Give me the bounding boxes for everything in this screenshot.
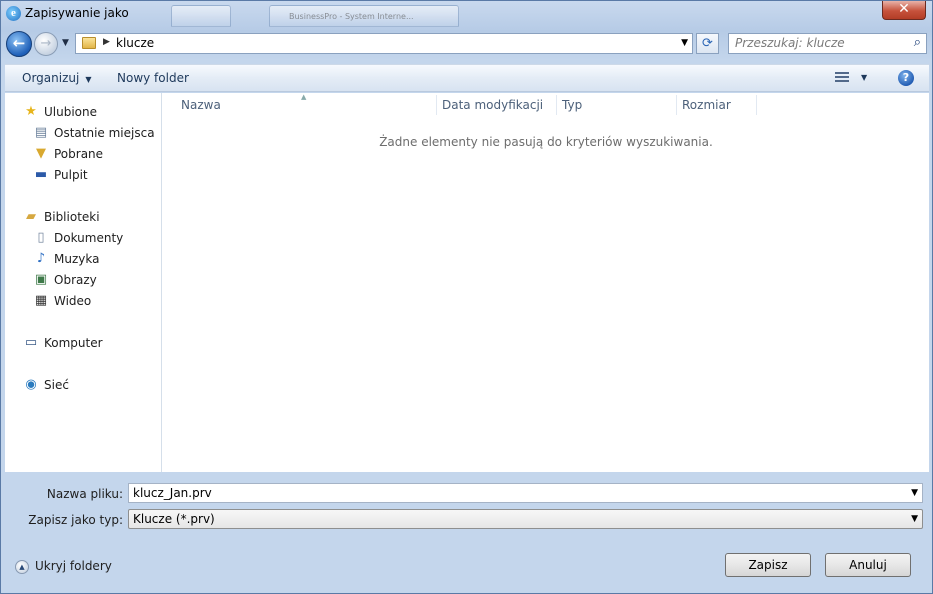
sidebar-item-libraries[interactable]: ▰ Biblioteki [23, 209, 100, 227]
forward-button[interactable]: → [34, 32, 58, 56]
filetype-dropdown-icon[interactable]: ▼ [911, 514, 918, 524]
sort-ascending-icon: ▲ [301, 93, 307, 101]
search-input[interactable]: Przeszukaj: klucze ⌕ [728, 33, 927, 54]
view-dropdown-icon[interactable]: ▼ [861, 73, 867, 82]
close-button[interactable]: ✕ [882, 1, 926, 20]
column-divider[interactable] [436, 95, 437, 115]
hide-folders-label: Ukryj foldery [35, 559, 112, 573]
column-header-type[interactable]: Typ [562, 98, 582, 112]
column-divider[interactable] [756, 95, 757, 115]
libraries-icon: ▰ [26, 209, 36, 224]
filename-value: klucz_Jan.prv [133, 486, 212, 500]
navigation-pane[interactable]: ★ Ulubione ▤ Ostatnie miejsca ▼ Pobrane ▬ Pu… [5, 93, 162, 472]
chevron-up-icon: ▲ [15, 559, 29, 574]
sidebar-item-network[interactable]: ◉ Sieć [23, 377, 69, 395]
view-options-icon[interactable] [835, 72, 849, 84]
pictures-icon: ▣ [34, 272, 48, 287]
sidebar-item-downloads[interactable]: ▼ Pobrane [33, 146, 103, 164]
search-placeholder: Przeszukaj: klucze [735, 36, 845, 50]
back-button[interactable]: ← [6, 31, 32, 57]
help-button[interactable]: ? [898, 70, 914, 86]
desktop-icon: ▬ [34, 167, 48, 182]
hide-folders-toggle[interactable]: ▲ Ukryj foldery [15, 559, 112, 574]
filename-dropdown-icon[interactable]: ▼ [911, 488, 918, 498]
music-icon: ♪ [36, 251, 46, 266]
help-icon: ? [902, 71, 910, 84]
chevron-down-icon: ▼ [85, 75, 92, 84]
address-dropdown-icon[interactable]: ▼ [681, 38, 688, 48]
breadcrumb-current-folder[interactable]: klucze [116, 36, 154, 50]
sidebar-item-computer[interactable]: ▭ Komputer [23, 335, 103, 353]
filename-field[interactable]: klucz_Jan.prv ▼ [128, 483, 923, 503]
documents-icon: ▯ [37, 230, 45, 245]
column-header-size[interactable]: Rozmiar [682, 98, 731, 112]
sidebar-item-music[interactable]: ♪ Muzyka [33, 251, 100, 269]
recent-locations-dropdown-icon[interactable]: ▼ [62, 38, 69, 48]
filetype-select[interactable]: Klucze (*.prv) ▼ [128, 509, 923, 529]
close-icon: ✕ [898, 1, 910, 17]
sidebar-item-favorites[interactable]: ★ Ulubione [23, 104, 97, 122]
organize-label: Organizuj [22, 71, 80, 85]
column-header-name[interactable]: Nazwa [181, 98, 221, 112]
recent-places-icon: ▤ [34, 125, 48, 140]
background-tab [171, 5, 231, 27]
sidebar-item-desktop[interactable]: ▬ Pulpit [33, 167, 88, 185]
sidebar-item-recent-places[interactable]: ▤ Ostatnie miejsca [33, 125, 155, 143]
sidebar-item-documents[interactable]: ▯ Dokumenty [33, 230, 123, 248]
title-bar: e Zapisywanie jako BusinessPro - System … [1, 1, 932, 27]
breadcrumb-separator-icon[interactable]: ▶ [103, 37, 110, 47]
organize-button[interactable]: Organizuj ▼ [22, 71, 91, 85]
save-button[interactable]: Zapisz [725, 553, 811, 577]
file-list[interactable]: ▲ Nazwa Data modyfikacji Typ Rozmiar Żad… [163, 93, 929, 472]
window-title: Zapisywanie jako [25, 6, 129, 20]
filetype-value: Klucze (*.prv) [133, 512, 215, 526]
computer-icon: ▭ [24, 335, 38, 350]
command-toolbar: Organizuj ▼ Nowy folder ▼ ? [5, 64, 929, 92]
main-area: ★ Ulubione ▤ Ostatnie miejsca ▼ Pobrane ▬ Pu… [5, 93, 929, 472]
video-icon: ▦ [34, 293, 48, 308]
cancel-button[interactable]: Anuluj [825, 553, 911, 577]
internet-explorer-icon: e [6, 6, 21, 21]
forward-arrow-icon: → [40, 36, 52, 51]
save-as-dialog: e Zapisywanie jako BusinessPro - System … [0, 0, 933, 594]
background-tab-text: BusinessPro - System Interne... [289, 12, 414, 21]
refresh-button[interactable]: ⟳ [696, 33, 719, 54]
column-divider[interactable] [556, 95, 557, 115]
network-icon: ◉ [25, 377, 37, 392]
search-icon[interactable]: ⌕ [914, 35, 921, 50]
address-bar[interactable]: ▶ klucze ▼ [75, 33, 693, 54]
column-header-date-modified[interactable]: Data modyfikacji [442, 98, 543, 112]
column-divider[interactable] [676, 95, 677, 115]
star-icon: ★ [25, 104, 37, 119]
new-folder-button[interactable]: Nowy folder [117, 71, 189, 85]
empty-folder-message: Żadne elementy nie pasują do kryteriów w… [379, 135, 713, 149]
downloads-icon: ▼ [36, 146, 46, 161]
back-arrow-icon: ← [12, 34, 26, 52]
filetype-label: Zapisz jako typ: [28, 513, 123, 527]
navigation-row: ← → ▼ ▶ klucze ▼ ⟳ Przeszukaj: klucze ⌕ [1, 29, 932, 59]
refresh-icon: ⟳ [702, 36, 713, 51]
folder-icon [82, 37, 96, 49]
sidebar-item-video[interactable]: ▦ Wideo [33, 293, 91, 311]
sidebar-item-pictures[interactable]: ▣ Obrazy [33, 272, 97, 290]
filename-label: Nazwa pliku: [46, 487, 123, 501]
